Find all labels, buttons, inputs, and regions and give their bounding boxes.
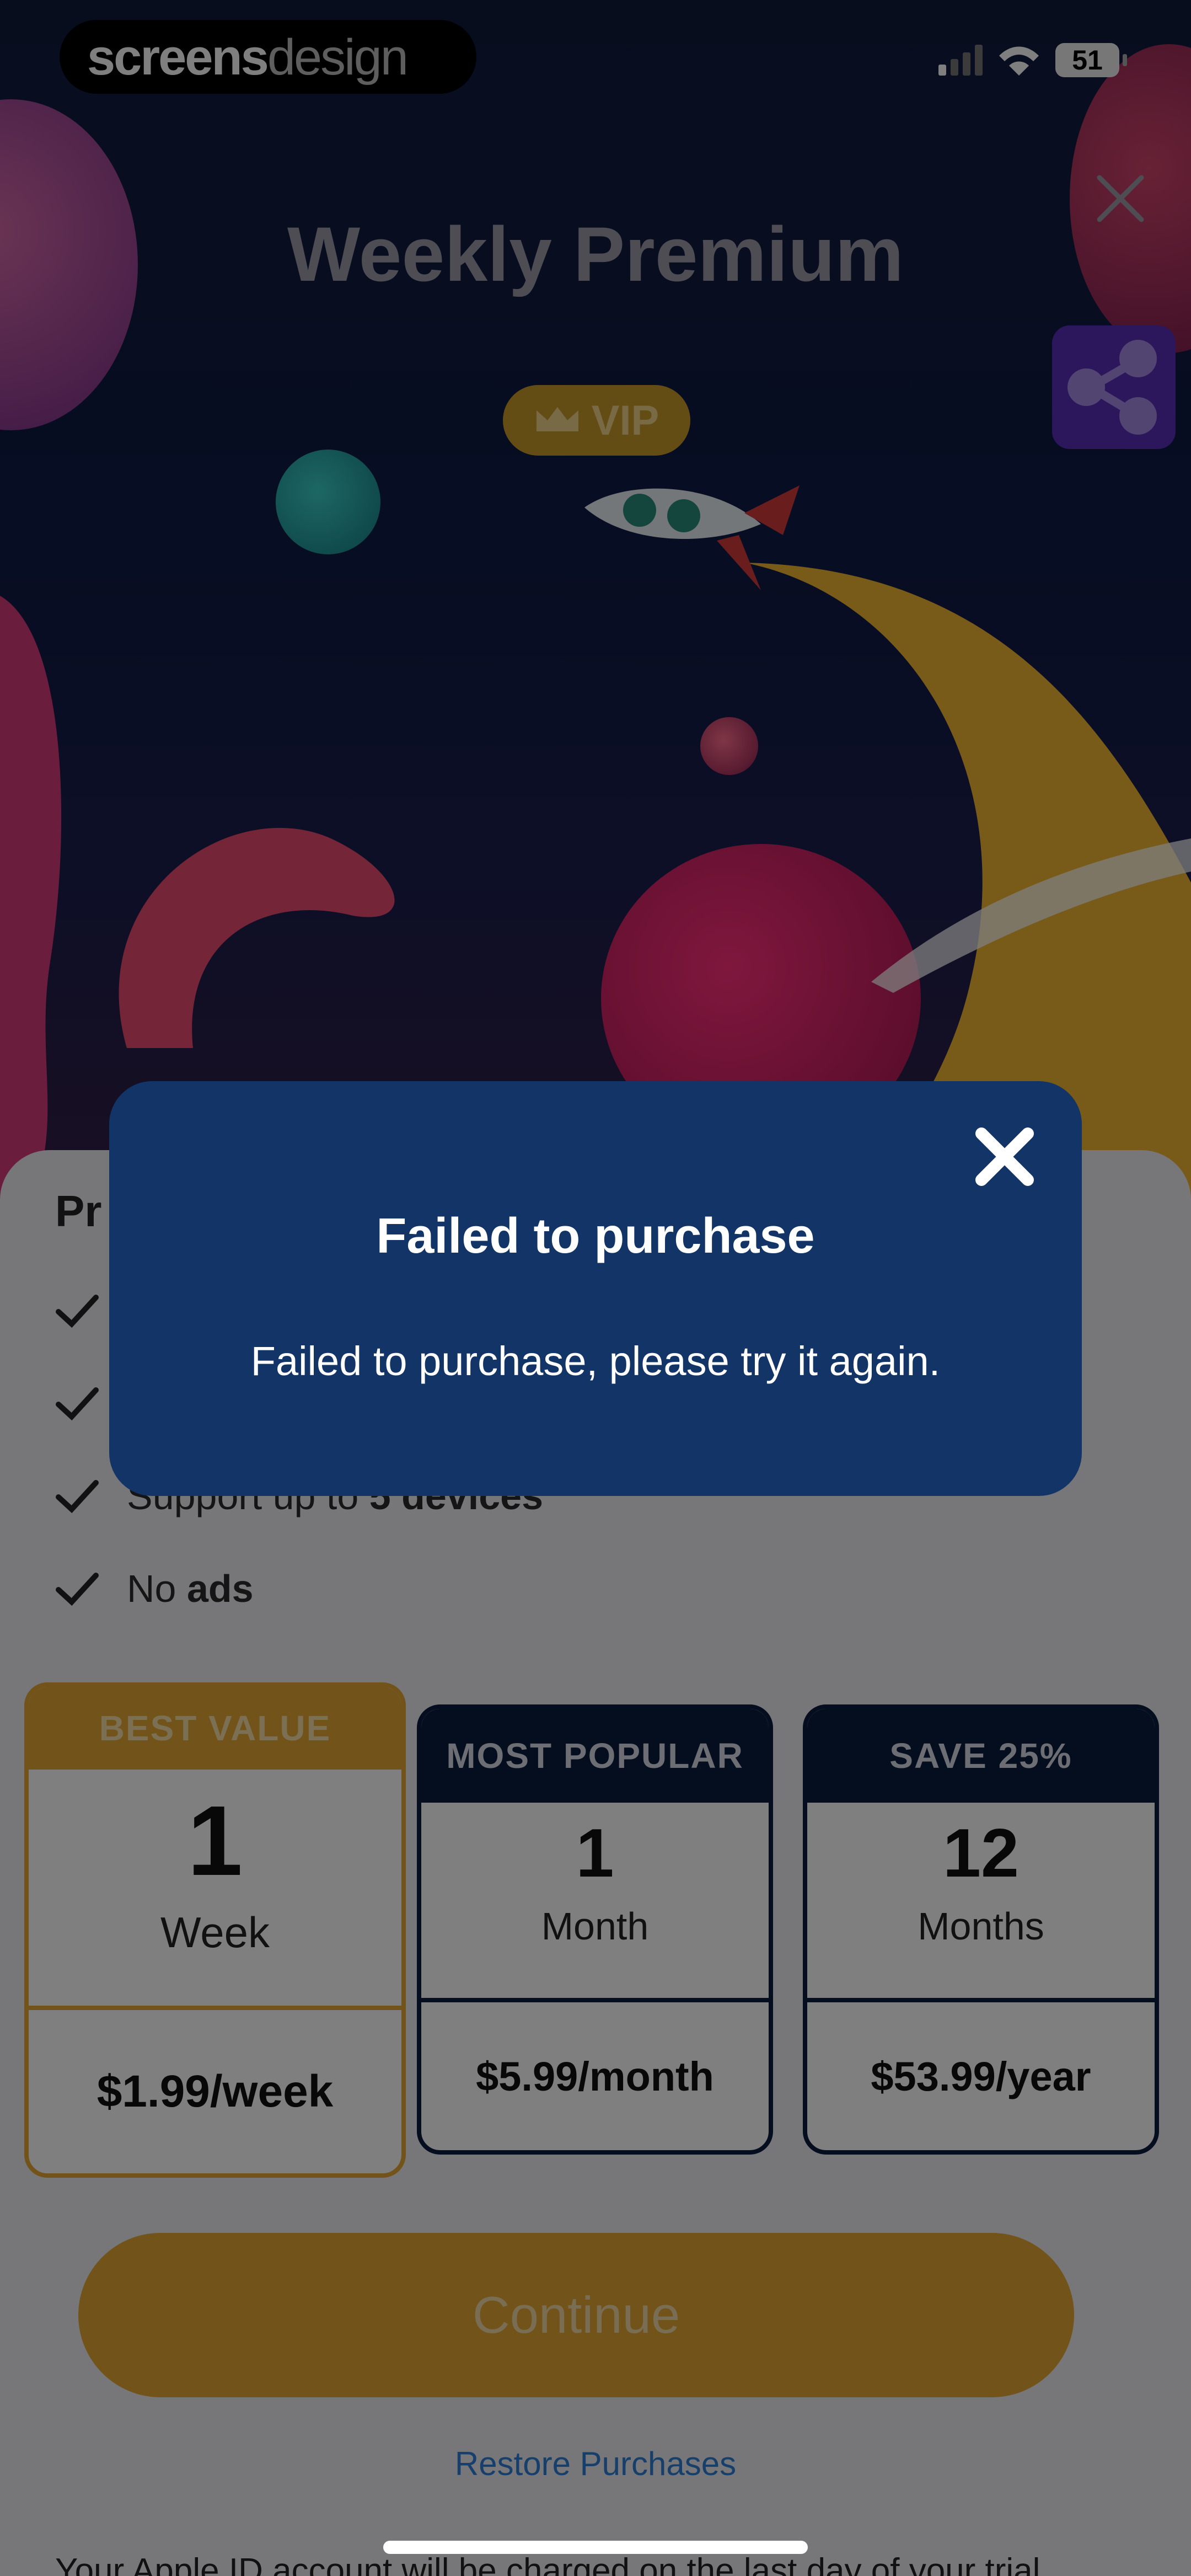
paywall-screen: screensdesign 51 Weekly Premium VIP xyxy=(0,0,1191,2576)
dialog-close-icon[interactable] xyxy=(970,1123,1039,1191)
dialog-title: Failed to purchase xyxy=(376,1209,815,1264)
home-indicator[interactable] xyxy=(383,2541,808,2554)
dialog-message: Failed to purchase, please try it again. xyxy=(250,1338,941,1384)
error-dialog xyxy=(109,1081,1082,1496)
